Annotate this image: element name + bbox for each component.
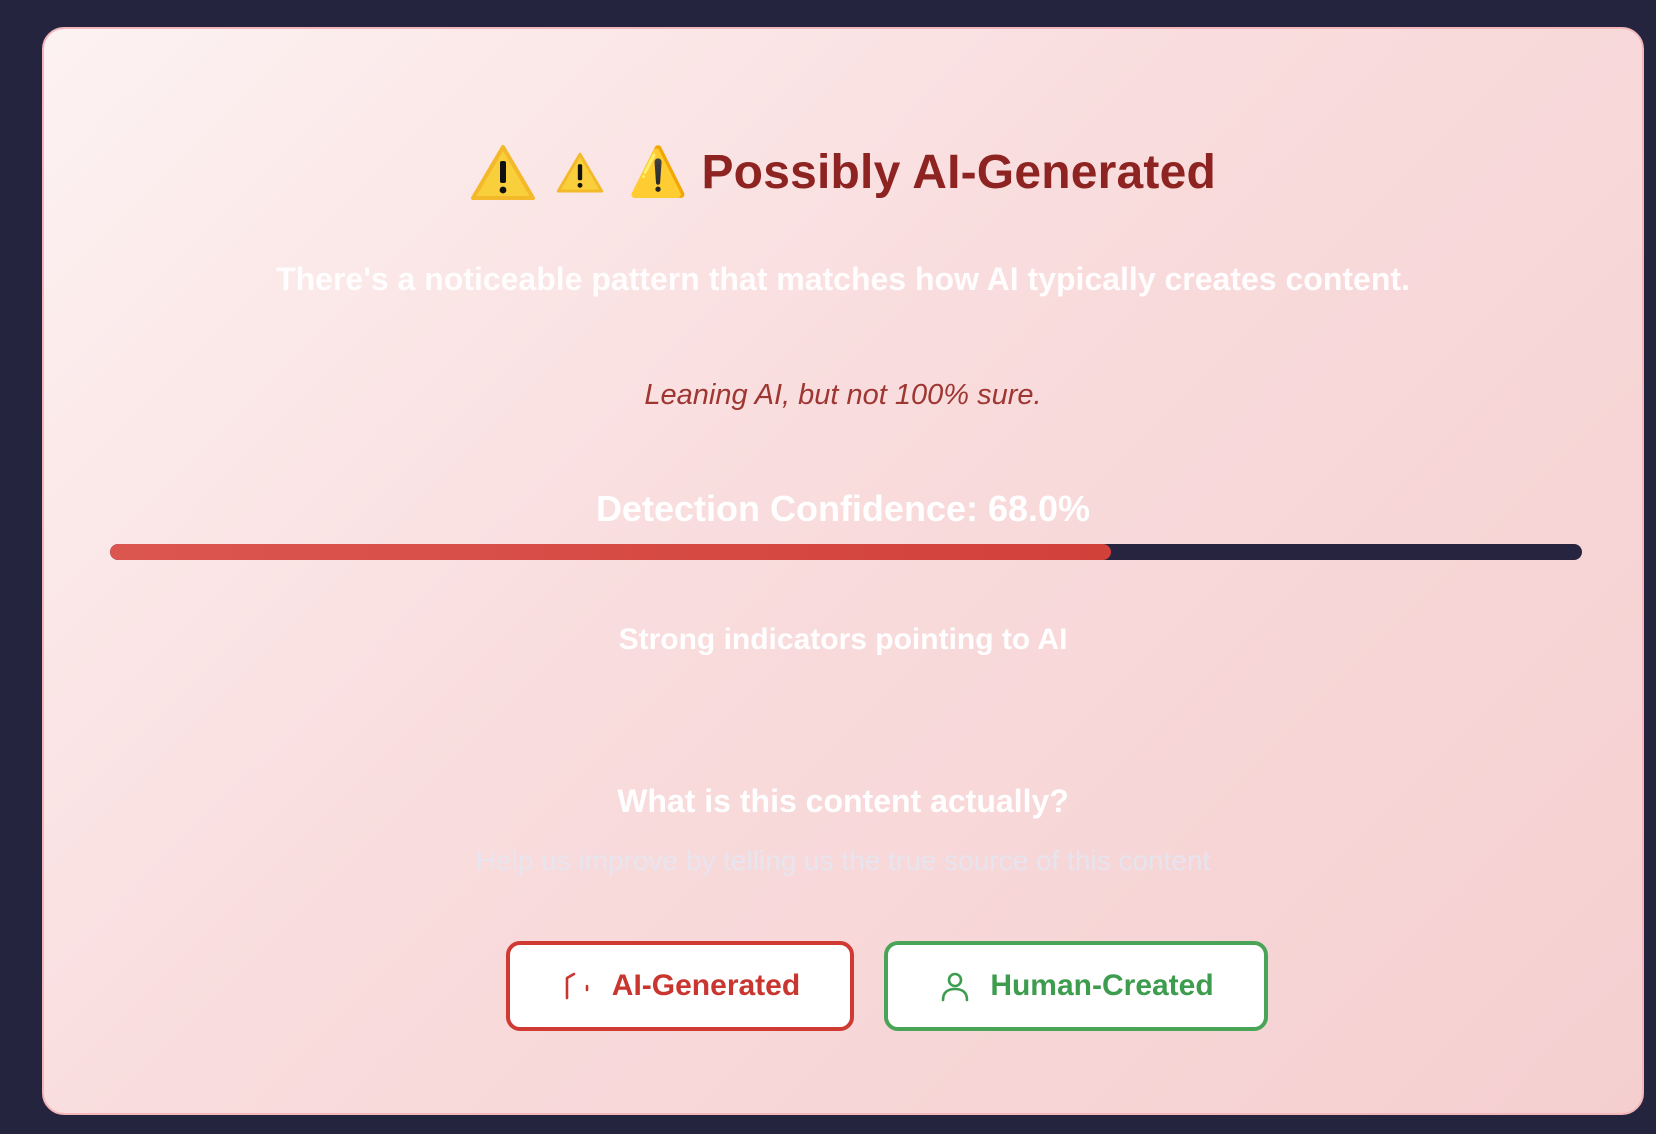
user-icon (938, 969, 972, 1003)
result-note: Leaning AI, but not 100% sure. (644, 379, 1042, 411)
human-created-button[interactable]: Human-Created (884, 941, 1268, 1031)
bot-icon (560, 969, 594, 1003)
feedback-helper: Help us improve by telling us the true s… (475, 845, 1211, 876)
warning-icon (470, 144, 536, 202)
confidence-bar (110, 544, 1582, 560)
result-header: ⚠️ Possibly AI-Generated (44, 141, 1642, 205)
ai-generated-label: AI-Generated (611, 969, 801, 1002)
confidence-indicator: Strong indicators pointing to AI (618, 623, 1068, 656)
ai-generated-button[interactable]: AI-Generated (506, 941, 854, 1031)
feedback-question: What is this content actually? (617, 783, 1069, 819)
human-created-label: Human-Created (990, 969, 1214, 1002)
confidence-label: Detection Confidence: 68.0% (595, 488, 1091, 529)
result-title: ⚠️ Possibly AI-Generated (627, 146, 1217, 199)
result-description: There's a noticeable pattern that matche… (276, 261, 1410, 297)
result-card: ⚠️ Possibly AI-Generated There's a notic… (42, 27, 1644, 1115)
warning-icon (556, 152, 604, 194)
confidence-bar-fill (110, 544, 1111, 560)
